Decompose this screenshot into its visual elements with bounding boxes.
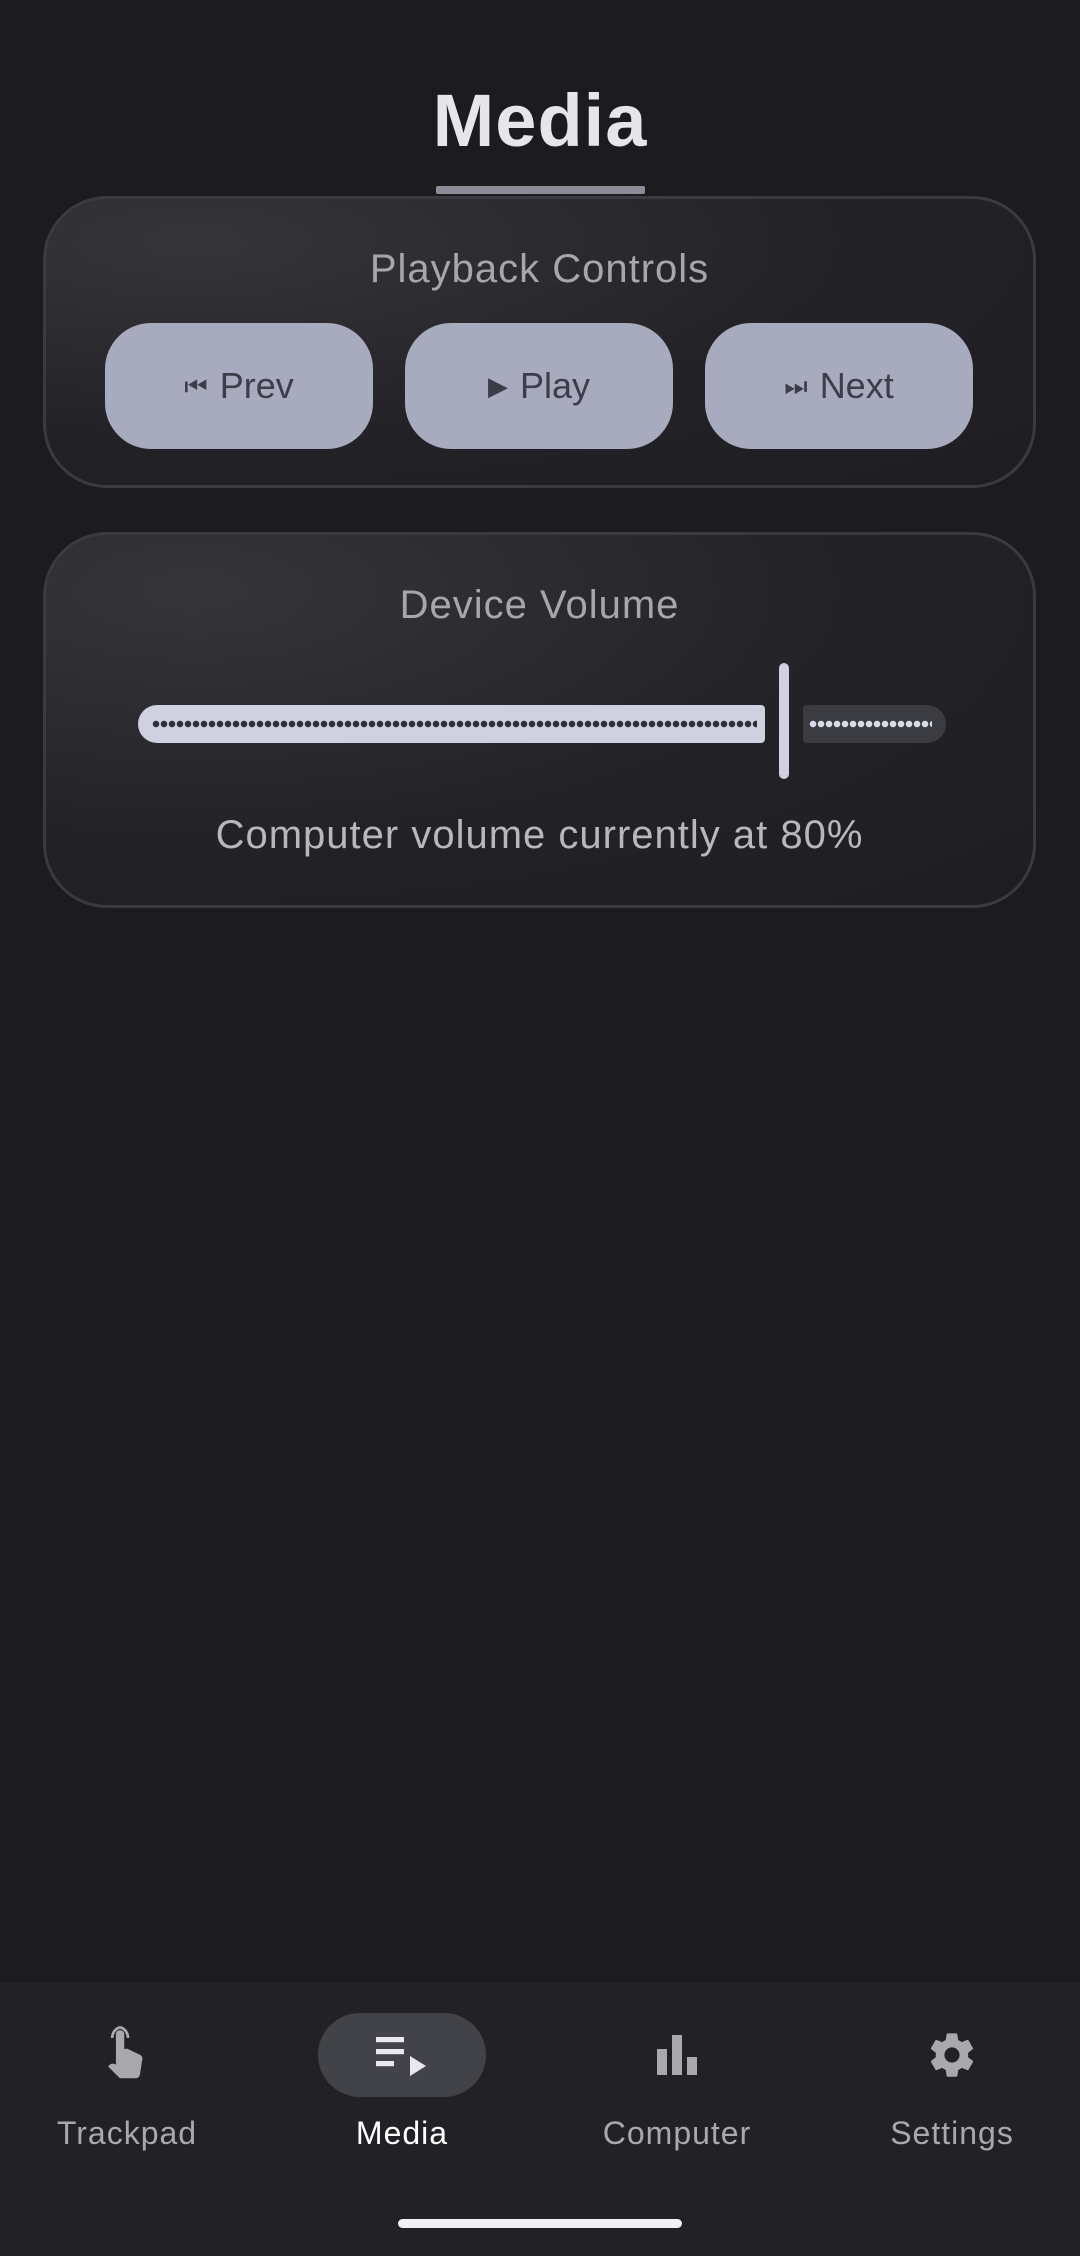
previous-track-icon: ⏮	[184, 371, 208, 401]
next-track-icon: ⏭	[784, 371, 808, 401]
bar-chart-icon	[657, 2035, 697, 2075]
next-button-label: Next	[819, 365, 894, 406]
nav-label-computer: Computer	[602, 2115, 752, 2151]
volume-status-text: Computer volume currently at 80%	[215, 813, 864, 857]
page-title: Media	[432, 79, 648, 162]
nav-icon-container	[43, 2013, 211, 2097]
volume-slider-inactive-track[interactable]	[803, 705, 946, 743]
nav-label-settings: Settings	[890, 2115, 1014, 2151]
nav-item-computer[interactable]: Computer	[542, 2013, 812, 2173]
device-volume-title: Device Volume	[399, 583, 680, 627]
nav-label-trackpad: Trackpad	[56, 2115, 198, 2151]
nav-item-media[interactable]: Media	[267, 2013, 537, 2173]
playlist-play-icon	[376, 2037, 426, 2076]
title-underline	[436, 186, 645, 194]
play-button[interactable]: ▶ Play	[405, 323, 673, 449]
nav-item-trackpad[interactable]: Trackpad	[0, 2013, 262, 2173]
active-track-stop-indicators	[152, 720, 757, 728]
nav-icon-container	[318, 2013, 486, 2097]
playback-button-row: ⏮ Prev ▶ Play ⏭ Next	[105, 323, 974, 449]
play-button-label: Play	[519, 365, 591, 406]
prev-button-label: Prev	[219, 365, 294, 406]
prev-button[interactable]: ⏮ Prev	[105, 323, 373, 449]
next-button[interactable]: ⏭ Next	[705, 323, 973, 449]
nav-label-media: Media	[355, 2115, 449, 2151]
volume-slider-active-track[interactable]	[138, 705, 765, 743]
device-volume-card: Device Volume Computer volume currently …	[43, 532, 1036, 908]
inactive-track-stop-indicators	[809, 720, 932, 728]
volume-slider[interactable]	[138, 663, 946, 783]
playback-controls-card: Playback Controls ⏮ Prev ▶ Play ⏭ Next	[43, 196, 1036, 488]
nav-icon-container	[593, 2013, 761, 2097]
touch-hand-icon	[108, 2025, 143, 2079]
playback-controls-title: Playback Controls	[369, 247, 710, 291]
nav-item-settings[interactable]: Settings	[817, 2013, 1080, 2173]
gear-icon	[930, 2033, 974, 2077]
home-indicator[interactable]	[398, 2219, 682, 2228]
play-icon: ▶	[487, 371, 508, 401]
bottom-navigation-bar: Trackpad Media Computer Settings	[0, 1983, 1080, 2256]
nav-icon-container	[868, 2013, 1036, 2097]
header: Media	[0, 0, 1080, 195]
volume-slider-thumb[interactable]	[779, 663, 789, 779]
